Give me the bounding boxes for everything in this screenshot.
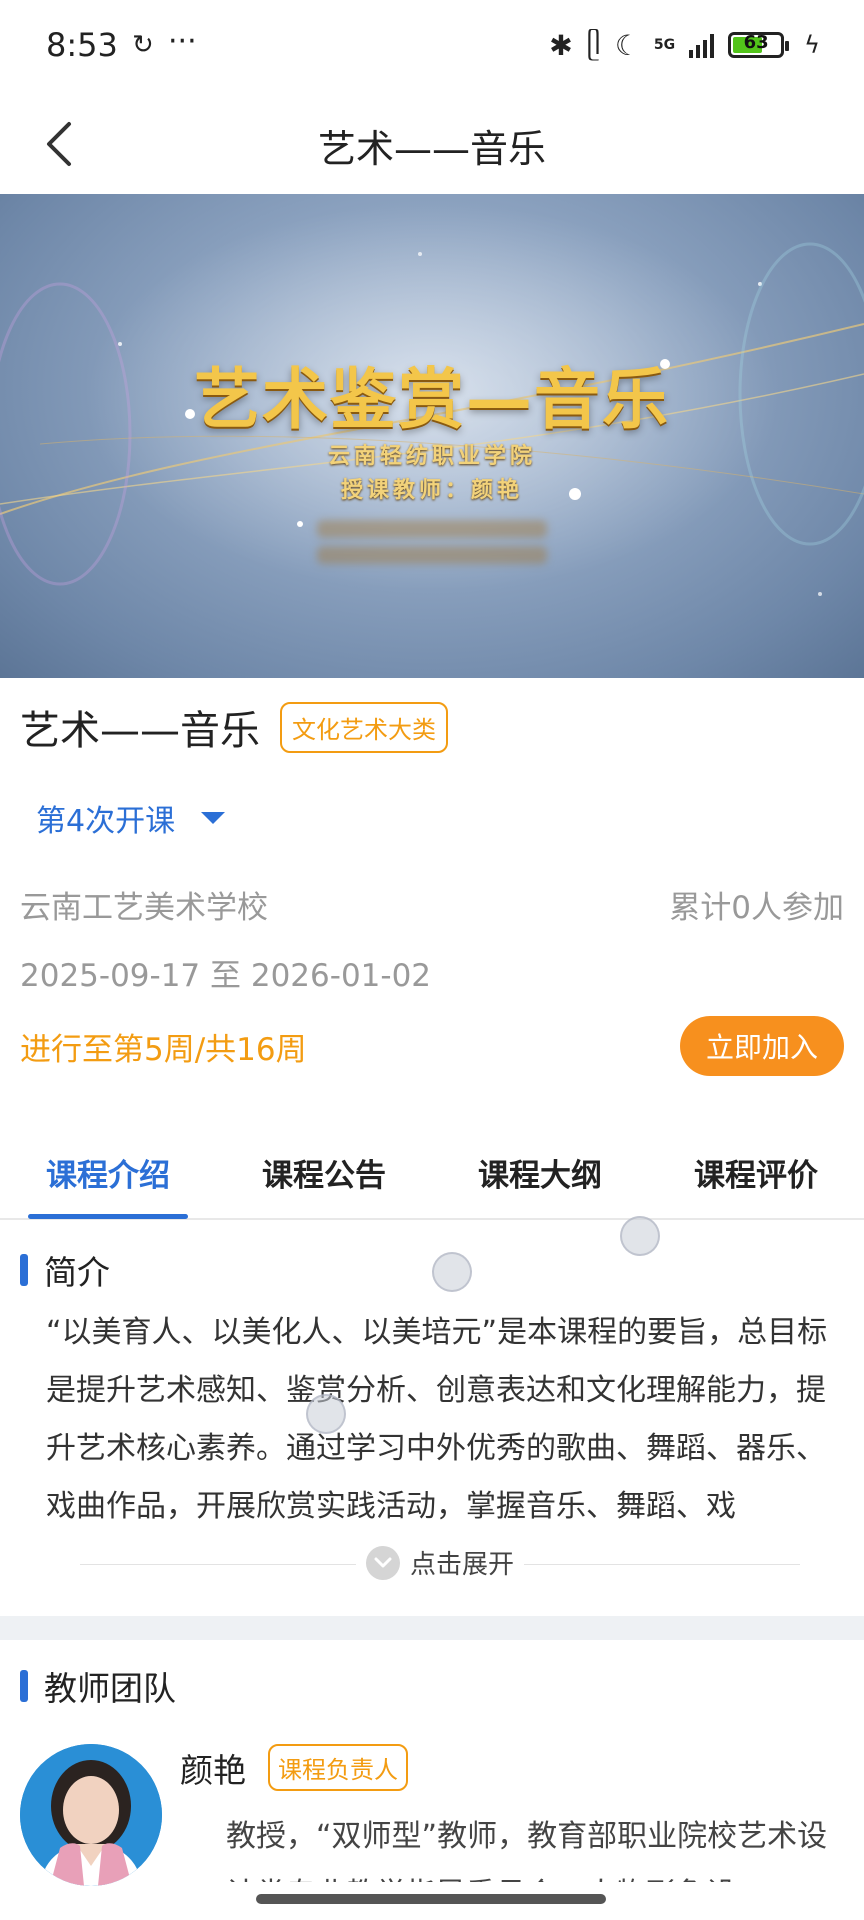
expand-button[interactable]: 点击展开 xyxy=(355,1544,525,1581)
course-banner[interactable]: 艺术鉴赏—音乐 云南轻纺职业学院 授课教师：颜艳 xyxy=(0,194,864,678)
teacher-role-badge: 课程负责人 xyxy=(268,1744,408,1791)
moon-icon: ☾ xyxy=(614,28,640,62)
school-name: 云南工艺美术学校 xyxy=(20,890,268,926)
section-marker xyxy=(20,1670,28,1702)
session-label: 第4次开课 xyxy=(36,804,176,839)
signal-icon xyxy=(689,32,715,58)
intro-heading: 简介 xyxy=(44,1253,110,1292)
battery-level: 63 xyxy=(743,32,769,53)
active-tab-indicator xyxy=(28,1214,188,1219)
teachers-heading-row: 教师团队 xyxy=(20,1662,176,1710)
teacher-photo xyxy=(20,1744,162,1886)
touch-indicator xyxy=(432,1252,472,1292)
school-row: 云南工艺美术学校 累计0人参加 xyxy=(20,882,844,927)
course-title: 艺术——音乐 xyxy=(20,708,260,754)
banner-teacher: 授课教师：颜艳 xyxy=(340,478,523,503)
section-divider xyxy=(0,1616,864,1640)
category-badge: 文化艺术大类 xyxy=(280,701,448,753)
expand-label: 点击展开 xyxy=(409,1550,515,1580)
course-dates: 2025-09-17 至 2026-01-02 xyxy=(20,958,432,994)
tab-bar: 课程介绍 课程公告 课程大纲 课程评价 xyxy=(0,1134,864,1220)
tab-course-outline[interactable]: 课程大纲 xyxy=(478,1150,602,1195)
intro-heading-row: 简介 xyxy=(20,1246,110,1294)
course-progress: 进行至第5周/共16周 xyxy=(20,1032,307,1068)
status-bar: 8:53 ↻ ··· ✱ ᥫ ☾ 5G 63 ϟ xyxy=(0,0,864,96)
status-icons: ✱ ᥫ ☾ 5G 63 ϟ xyxy=(549,28,820,62)
join-button[interactable]: 立即加入 xyxy=(680,1016,844,1076)
course-title-row: 艺术——音乐 文化艺术大类 xyxy=(20,698,448,756)
more-notifications-icon: ··· xyxy=(168,24,197,59)
status-time: 8:53 xyxy=(46,26,118,64)
section-marker xyxy=(20,1254,28,1286)
sync-icon: ↻ xyxy=(132,30,154,60)
teacher-bio: 教授，“双师型”教师，教育部职业院校艺术设计类专业教学指导委员会，人物形象设 xyxy=(226,1819,828,1882)
participant-count: 累计0人参加 xyxy=(669,890,844,926)
chevron-down-icon xyxy=(365,1545,400,1580)
earbuds-icon: ᥫ xyxy=(586,28,601,61)
battery-icon: 63 xyxy=(728,32,790,58)
banner-blurred-text xyxy=(0,512,864,572)
caret-down-icon xyxy=(201,812,226,824)
nav-bar: 艺术——音乐 xyxy=(0,96,864,192)
teacher-name: 颜艳 xyxy=(180,1751,246,1790)
teacher-avatar[interactable] xyxy=(20,1744,162,1886)
banner-school: 云南轻纺职业学院 xyxy=(327,444,536,469)
teachers-heading: 教师团队 xyxy=(44,1669,176,1708)
touch-indicator xyxy=(306,1394,346,1434)
tab-course-intro[interactable]: 课程介绍 xyxy=(46,1150,170,1195)
bluetooth-icon: ✱ xyxy=(549,28,573,62)
banner-title: 艺术鉴赏—音乐 xyxy=(194,361,670,438)
touch-indicator xyxy=(620,1216,660,1256)
charging-icon: ϟ xyxy=(804,31,820,59)
network-type: 5G xyxy=(653,37,676,53)
session-dropdown[interactable]: 第4次开课 xyxy=(36,796,226,840)
home-indicator[interactable] xyxy=(256,1894,606,1904)
intro-text: “以美育人、以美化人、以美培元”是本课程的要旨，总目标是提升艺术感知、鉴赏分析、… xyxy=(46,1315,828,1524)
tab-course-reviews[interactable]: 课程评价 xyxy=(694,1150,818,1195)
page-title: 艺术——音乐 xyxy=(317,127,546,171)
tab-course-announcements[interactable]: 课程公告 xyxy=(262,1150,386,1195)
expand-row: 点击展开 xyxy=(80,1544,800,1584)
